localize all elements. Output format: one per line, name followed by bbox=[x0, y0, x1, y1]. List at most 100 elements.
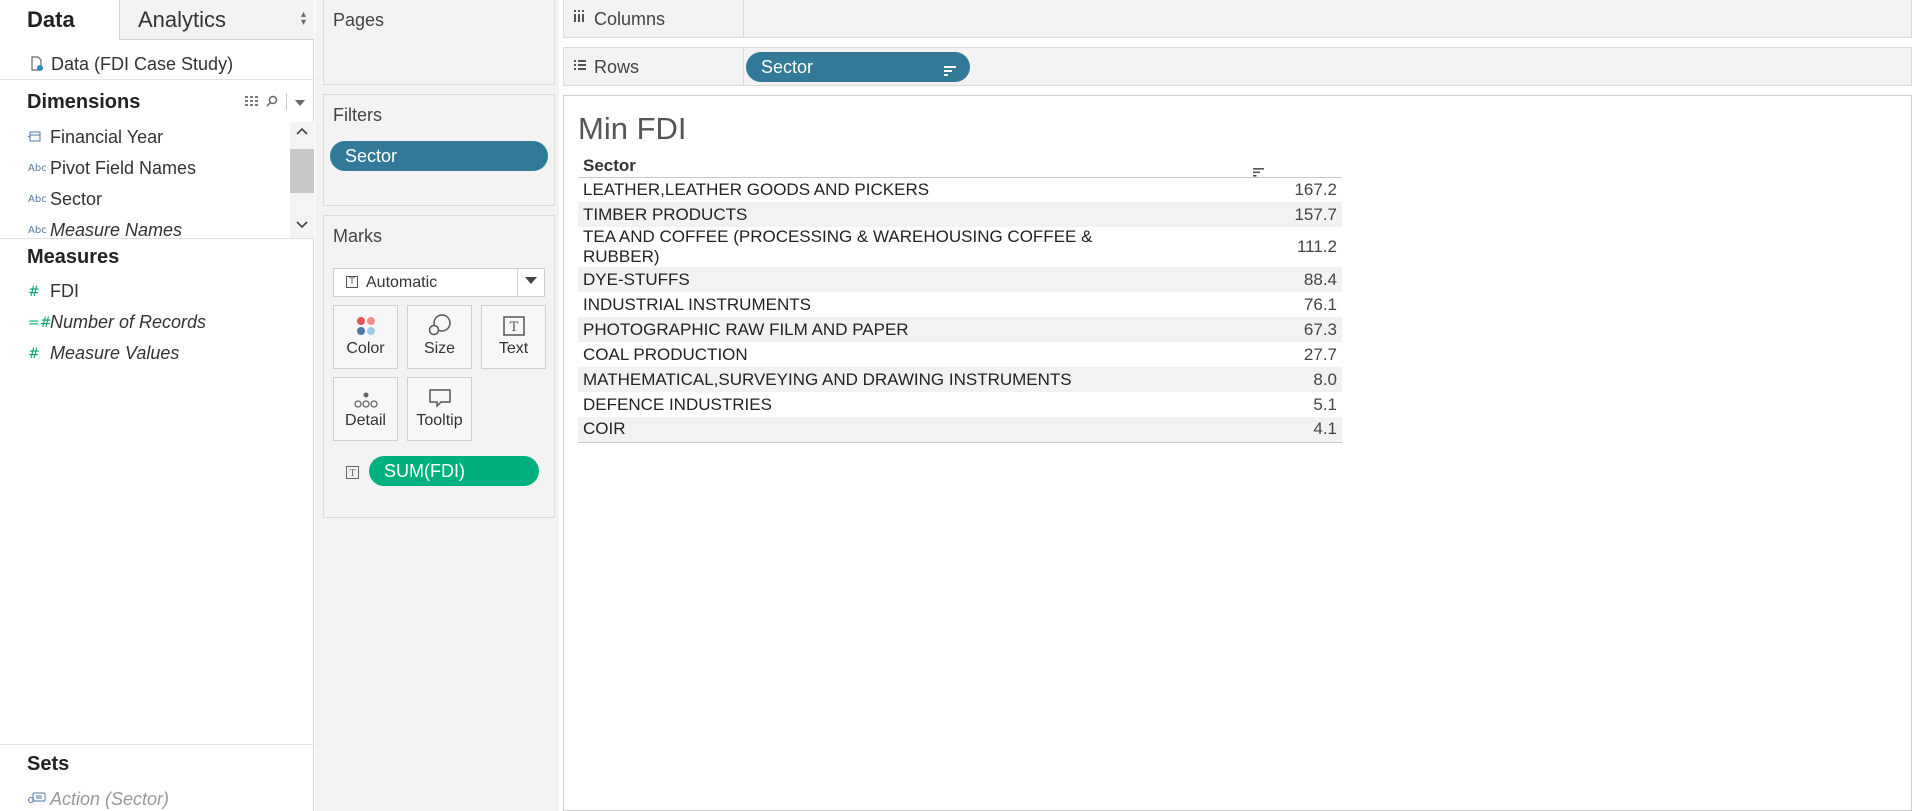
field-fdi[interactable]: # FDI bbox=[0, 276, 314, 307]
text-table: Sector LEATHER,LEATHER GOODS AND PICKERS… bbox=[578, 155, 1342, 443]
table-row[interactable]: TEA AND COFFEE (PROCESSING & WAREHOUSING… bbox=[578, 227, 1342, 267]
value-cell: 8.0 bbox=[1162, 367, 1342, 392]
updown-arrows-icon: ▴ ▾ bbox=[300, 9, 306, 28]
hash-icon: # bbox=[28, 283, 40, 300]
marks-title: Marks bbox=[333, 226, 382, 246]
text-button[interactable]: T Text bbox=[481, 305, 546, 369]
columns-shelf[interactable]: Columns bbox=[563, 0, 1912, 38]
tab-data[interactable]: Data bbox=[0, 0, 120, 40]
pages-card[interactable]: Pages bbox=[323, 0, 555, 85]
measures-list: # FDI =# Number of Records # Measure Val… bbox=[0, 276, 314, 369]
svg-text:T: T bbox=[349, 469, 355, 479]
dropdown-caret-icon[interactable] bbox=[295, 95, 305, 109]
color-button[interactable]: Color bbox=[333, 305, 398, 369]
field-label: Pivot Field Names bbox=[50, 158, 197, 178]
search-icon[interactable] bbox=[266, 95, 278, 110]
sort-icon[interactable] bbox=[1253, 162, 1264, 182]
sort-descending-icon[interactable] bbox=[944, 61, 956, 82]
table-row[interactable]: LEATHER,LEATHER GOODS AND PICKERS 167.2 bbox=[578, 177, 1342, 202]
field-measure-names[interactable]: Abc Measure Names bbox=[0, 215, 290, 238]
value-cell: 67.3 bbox=[1162, 317, 1342, 342]
rows-pill-label: Sector bbox=[761, 57, 814, 77]
abc-icon: Abc bbox=[28, 194, 47, 205]
detail-icon bbox=[334, 378, 397, 412]
scroll-up-icon[interactable] bbox=[296, 124, 308, 138]
tooltip-label: Tooltip bbox=[416, 412, 463, 429]
field-action-sector[interactable]: Action (Sector) bbox=[0, 784, 314, 811]
text-label: Text bbox=[498, 340, 529, 357]
table-row[interactable]: DEFENCE INDUSTRIES 5.1 bbox=[578, 392, 1342, 417]
size-button[interactable]: Size bbox=[407, 305, 472, 369]
filters-card[interactable]: Filters Sector bbox=[323, 94, 555, 206]
field-financial-year[interactable]: Financial Year bbox=[0, 122, 290, 153]
header-sector[interactable]: Sector bbox=[578, 155, 1342, 178]
abc-icon: Abc bbox=[28, 225, 47, 236]
sector-cell: COIR bbox=[578, 417, 1162, 443]
columns-label: Columns bbox=[594, 9, 666, 29]
tab-analytics-label: Analytics bbox=[138, 7, 227, 32]
value-cell: 167.2 bbox=[1294, 179, 1337, 199]
detail-button[interactable]: Detail bbox=[333, 377, 398, 441]
mark-type-label: Automatic bbox=[366, 274, 438, 291]
table-row[interactable]: COAL PRODUCTION 27.7 bbox=[578, 342, 1342, 367]
field-label: Measure Values bbox=[50, 343, 180, 363]
table-row[interactable]: TIMBER PRODUCTS 157.7 bbox=[578, 202, 1342, 227]
detail-label: Detail bbox=[345, 412, 386, 429]
table-row[interactable]: MATHEMATICAL,SURVEYING AND DRAWING INSTR… bbox=[578, 367, 1342, 392]
sector-cell: DYE-STUFFS bbox=[578, 267, 1162, 292]
abc-icon: Abc bbox=[28, 163, 47, 174]
pane-tabs: Data Analytics ▴ ▾ bbox=[0, 0, 314, 40]
text-encoding-icon: T bbox=[346, 463, 359, 484]
hash-icon: # bbox=[28, 345, 40, 362]
set-icon bbox=[28, 792, 50, 807]
tab-analytics[interactable]: Analytics ▴ ▾ bbox=[120, 0, 314, 40]
sector-cell: COAL PRODUCTION bbox=[583, 344, 748, 364]
table-row[interactable]: COIR 4.1 bbox=[578, 417, 1342, 443]
value-cell: 4.1 bbox=[1162, 417, 1342, 443]
field-label: Number of Records bbox=[50, 312, 207, 332]
datasource-label: Data (FDI Case Study) bbox=[51, 53, 234, 74]
dimensions-scrollbar[interactable] bbox=[290, 122, 314, 238]
filter-pill-sector[interactable]: Sector bbox=[330, 141, 548, 171]
field-label: FDI bbox=[50, 281, 79, 301]
dropdown-divider bbox=[517, 269, 518, 296]
sector-cell: TEA AND COFFEE (PROCESSING & WAREHOUSING… bbox=[583, 227, 1093, 266]
datasource-icon bbox=[30, 56, 43, 72]
value-cell: 111.2 bbox=[1296, 237, 1337, 256]
field-number-of-records[interactable]: =# Number of Records bbox=[0, 307, 314, 338]
rows-pill-sector[interactable]: Sector bbox=[746, 52, 970, 82]
columns-label-area: Columns bbox=[564, 0, 744, 37]
hash-calc-icon: =# bbox=[28, 314, 52, 331]
mark-type-dropdown[interactable]: T Automatic bbox=[333, 268, 545, 297]
pages-title: Pages bbox=[333, 10, 385, 30]
tooltip-button[interactable]: Tooltip bbox=[407, 377, 472, 441]
svg-text:T: T bbox=[509, 320, 518, 335]
table-row[interactable]: DYE-STUFFS 88.4 bbox=[578, 267, 1342, 292]
table-row[interactable]: PHOTOGRAPHIC RAW FILM AND PAPER 67.3 bbox=[578, 317, 1342, 342]
sector-cell: LEATHER,LEATHER GOODS AND PICKERS bbox=[583, 179, 930, 199]
field-sector[interactable]: Abc Sector bbox=[0, 184, 290, 215]
tools-divider bbox=[286, 93, 287, 111]
color-icon bbox=[334, 306, 397, 340]
field-label: Measure Names bbox=[50, 220, 183, 238]
field-measure-values[interactable]: # Measure Values bbox=[0, 338, 314, 369]
marks-pill-sum-fdi[interactable]: SUM(FDI) bbox=[369, 456, 539, 486]
viz-title: Min FDI bbox=[578, 111, 687, 146]
marks-card: Marks T Automatic Color Size T Text Deta… bbox=[323, 215, 555, 518]
measures-title: Measures bbox=[27, 246, 120, 268]
sector-cell: PHOTOGRAPHIC RAW FILM AND PAPER bbox=[578, 317, 1162, 342]
value-cell: 157.7 bbox=[1162, 202, 1342, 227]
table-header-row: Sector bbox=[578, 155, 1342, 178]
field-pivot-field-names[interactable]: Abc Pivot Field Names bbox=[0, 153, 290, 184]
sector-cell: MATHEMATICAL,SURVEYING AND DRAWING INSTR… bbox=[578, 367, 1162, 392]
viz-area: Min FDI Sector LEATHER,LEATHER GOODS AND… bbox=[563, 95, 1912, 811]
datasource-item[interactable]: Data (FDI Case Study) bbox=[0, 40, 314, 80]
scroll-down-icon[interactable] bbox=[296, 218, 308, 232]
view-list-icon[interactable] bbox=[245, 95, 258, 109]
rows-shelf[interactable]: Rows Sector bbox=[563, 47, 1912, 86]
table-row[interactable]: INDUSTRIAL INSTRUMENTS 76.1 bbox=[578, 292, 1342, 317]
scroll-thumb[interactable] bbox=[290, 149, 314, 193]
value-cell: 88.4 bbox=[1162, 267, 1342, 292]
dropdown-caret-icon bbox=[525, 277, 537, 284]
columns-icon bbox=[574, 9, 584, 25]
